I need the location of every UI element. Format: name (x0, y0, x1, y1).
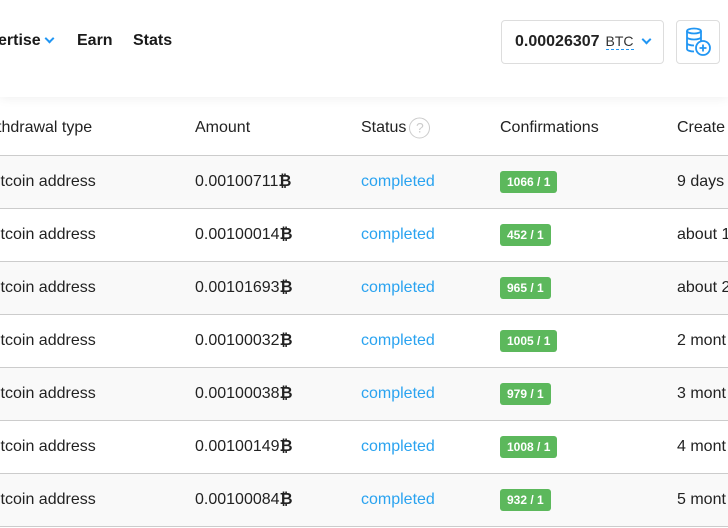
chevron-down-icon (641, 34, 651, 44)
header-status: Status? (361, 117, 431, 138)
withdrawal-type: itcoin address (0, 438, 96, 455)
header-withdrawal-type: thdrawal type (0, 118, 93, 136)
created-date: 9 days (677, 173, 725, 190)
bitcoin-icon: ₿ (279, 385, 293, 402)
deposit-button[interactable] (676, 20, 720, 64)
header-created: Create (677, 118, 726, 136)
table-row: itcoin address 0.00101693₿ completed 965… (0, 262, 728, 315)
header-confirmations: Confirmations (500, 118, 599, 136)
confirmations-badge: 932 / 1 (500, 489, 551, 511)
balance-dropdown[interactable]: 0.00026307 BTC (501, 20, 664, 64)
nav-earn[interactable]: Earn (77, 32, 113, 50)
bitcoin-icon: ₿ (279, 226, 293, 243)
created-date: 5 mont (677, 491, 726, 508)
created-date: 4 mont (677, 438, 726, 455)
status-link[interactable]: completed (361, 173, 435, 191)
bitcoin-icon: ₿ (279, 491, 293, 508)
top-bar: ertise Earn Stats 0.00026307 BTC (0, 0, 728, 97)
created-date: about 1 (677, 226, 728, 243)
withdrawal-type: itcoin address (0, 332, 96, 349)
nav-stats[interactable]: Stats (133, 32, 172, 50)
amount: 0.00100084₿ (195, 491, 293, 508)
chevron-down-icon (44, 33, 55, 44)
table-row: itcoin address 0.00100711₿ completed 106… (0, 156, 728, 209)
status-link[interactable]: completed (361, 279, 435, 297)
table-row: itcoin address 0.00100032₿ completed 100… (0, 315, 728, 368)
status-link[interactable]: completed (361, 385, 435, 403)
created-date: 2 mont (677, 332, 726, 349)
coins-plus-icon (686, 27, 711, 56)
table-row: itcoin address 0.00100084₿ completed 932… (0, 474, 728, 527)
created-date: 3 mont (677, 385, 726, 402)
confirmations-badge: 1008 / 1 (500, 436, 558, 458)
created-date: about 2 (677, 279, 728, 296)
status-link[interactable]: completed (361, 438, 435, 456)
bitcoin-icon: ₿ (279, 438, 293, 455)
withdrawal-type: itcoin address (0, 173, 96, 190)
withdrawal-type: itcoin address (0, 279, 96, 296)
table-row: itcoin address 0.00100149₿ completed 100… (0, 421, 728, 474)
bitcoin-icon: ₿ (279, 332, 293, 349)
amount: 0.00100038₿ (195, 385, 293, 402)
withdrawal-type: itcoin address (0, 226, 96, 243)
confirmations-badge: 1005 / 1 (500, 330, 558, 352)
amount: 0.00100032₿ (195, 332, 293, 349)
confirmations-badge: 965 / 1 (500, 277, 551, 299)
withdrawals-table: thdrawal type Amount Status? Confirmatio… (0, 100, 728, 527)
bitcoin-icon: ₿ (279, 279, 293, 296)
confirmations-badge: 452 / 1 (500, 224, 551, 246)
table-row: itcoin address 0.00100014₿ completed 452… (0, 209, 728, 262)
amount: 0.00101693₿ (195, 279, 293, 296)
balance-value: 0.00026307 (515, 33, 600, 50)
amount: 0.00100014₿ (195, 226, 293, 243)
status-link[interactable]: completed (361, 226, 435, 244)
status-link[interactable]: completed (361, 491, 435, 509)
help-icon[interactable]: ? (409, 117, 431, 138)
amount: 0.00100149₿ (195, 438, 293, 455)
nav-advertise[interactable]: ertise (0, 32, 55, 50)
withdrawal-type: itcoin address (0, 491, 96, 508)
confirmations-badge: 1066 / 1 (500, 171, 558, 193)
balance-currency[interactable]: BTC (605, 34, 634, 50)
table-row: itcoin address 0.00100038₿ completed 979… (0, 368, 728, 421)
amount: 0.00100711₿ (195, 173, 292, 190)
confirmations-badge: 979 / 1 (500, 383, 551, 405)
bitcoin-icon: ₿ (278, 173, 292, 190)
withdrawal-type: itcoin address (0, 385, 96, 402)
table-header: thdrawal type Amount Status? Confirmatio… (0, 100, 728, 156)
status-link[interactable]: completed (361, 332, 435, 350)
header-amount: Amount (195, 118, 251, 136)
